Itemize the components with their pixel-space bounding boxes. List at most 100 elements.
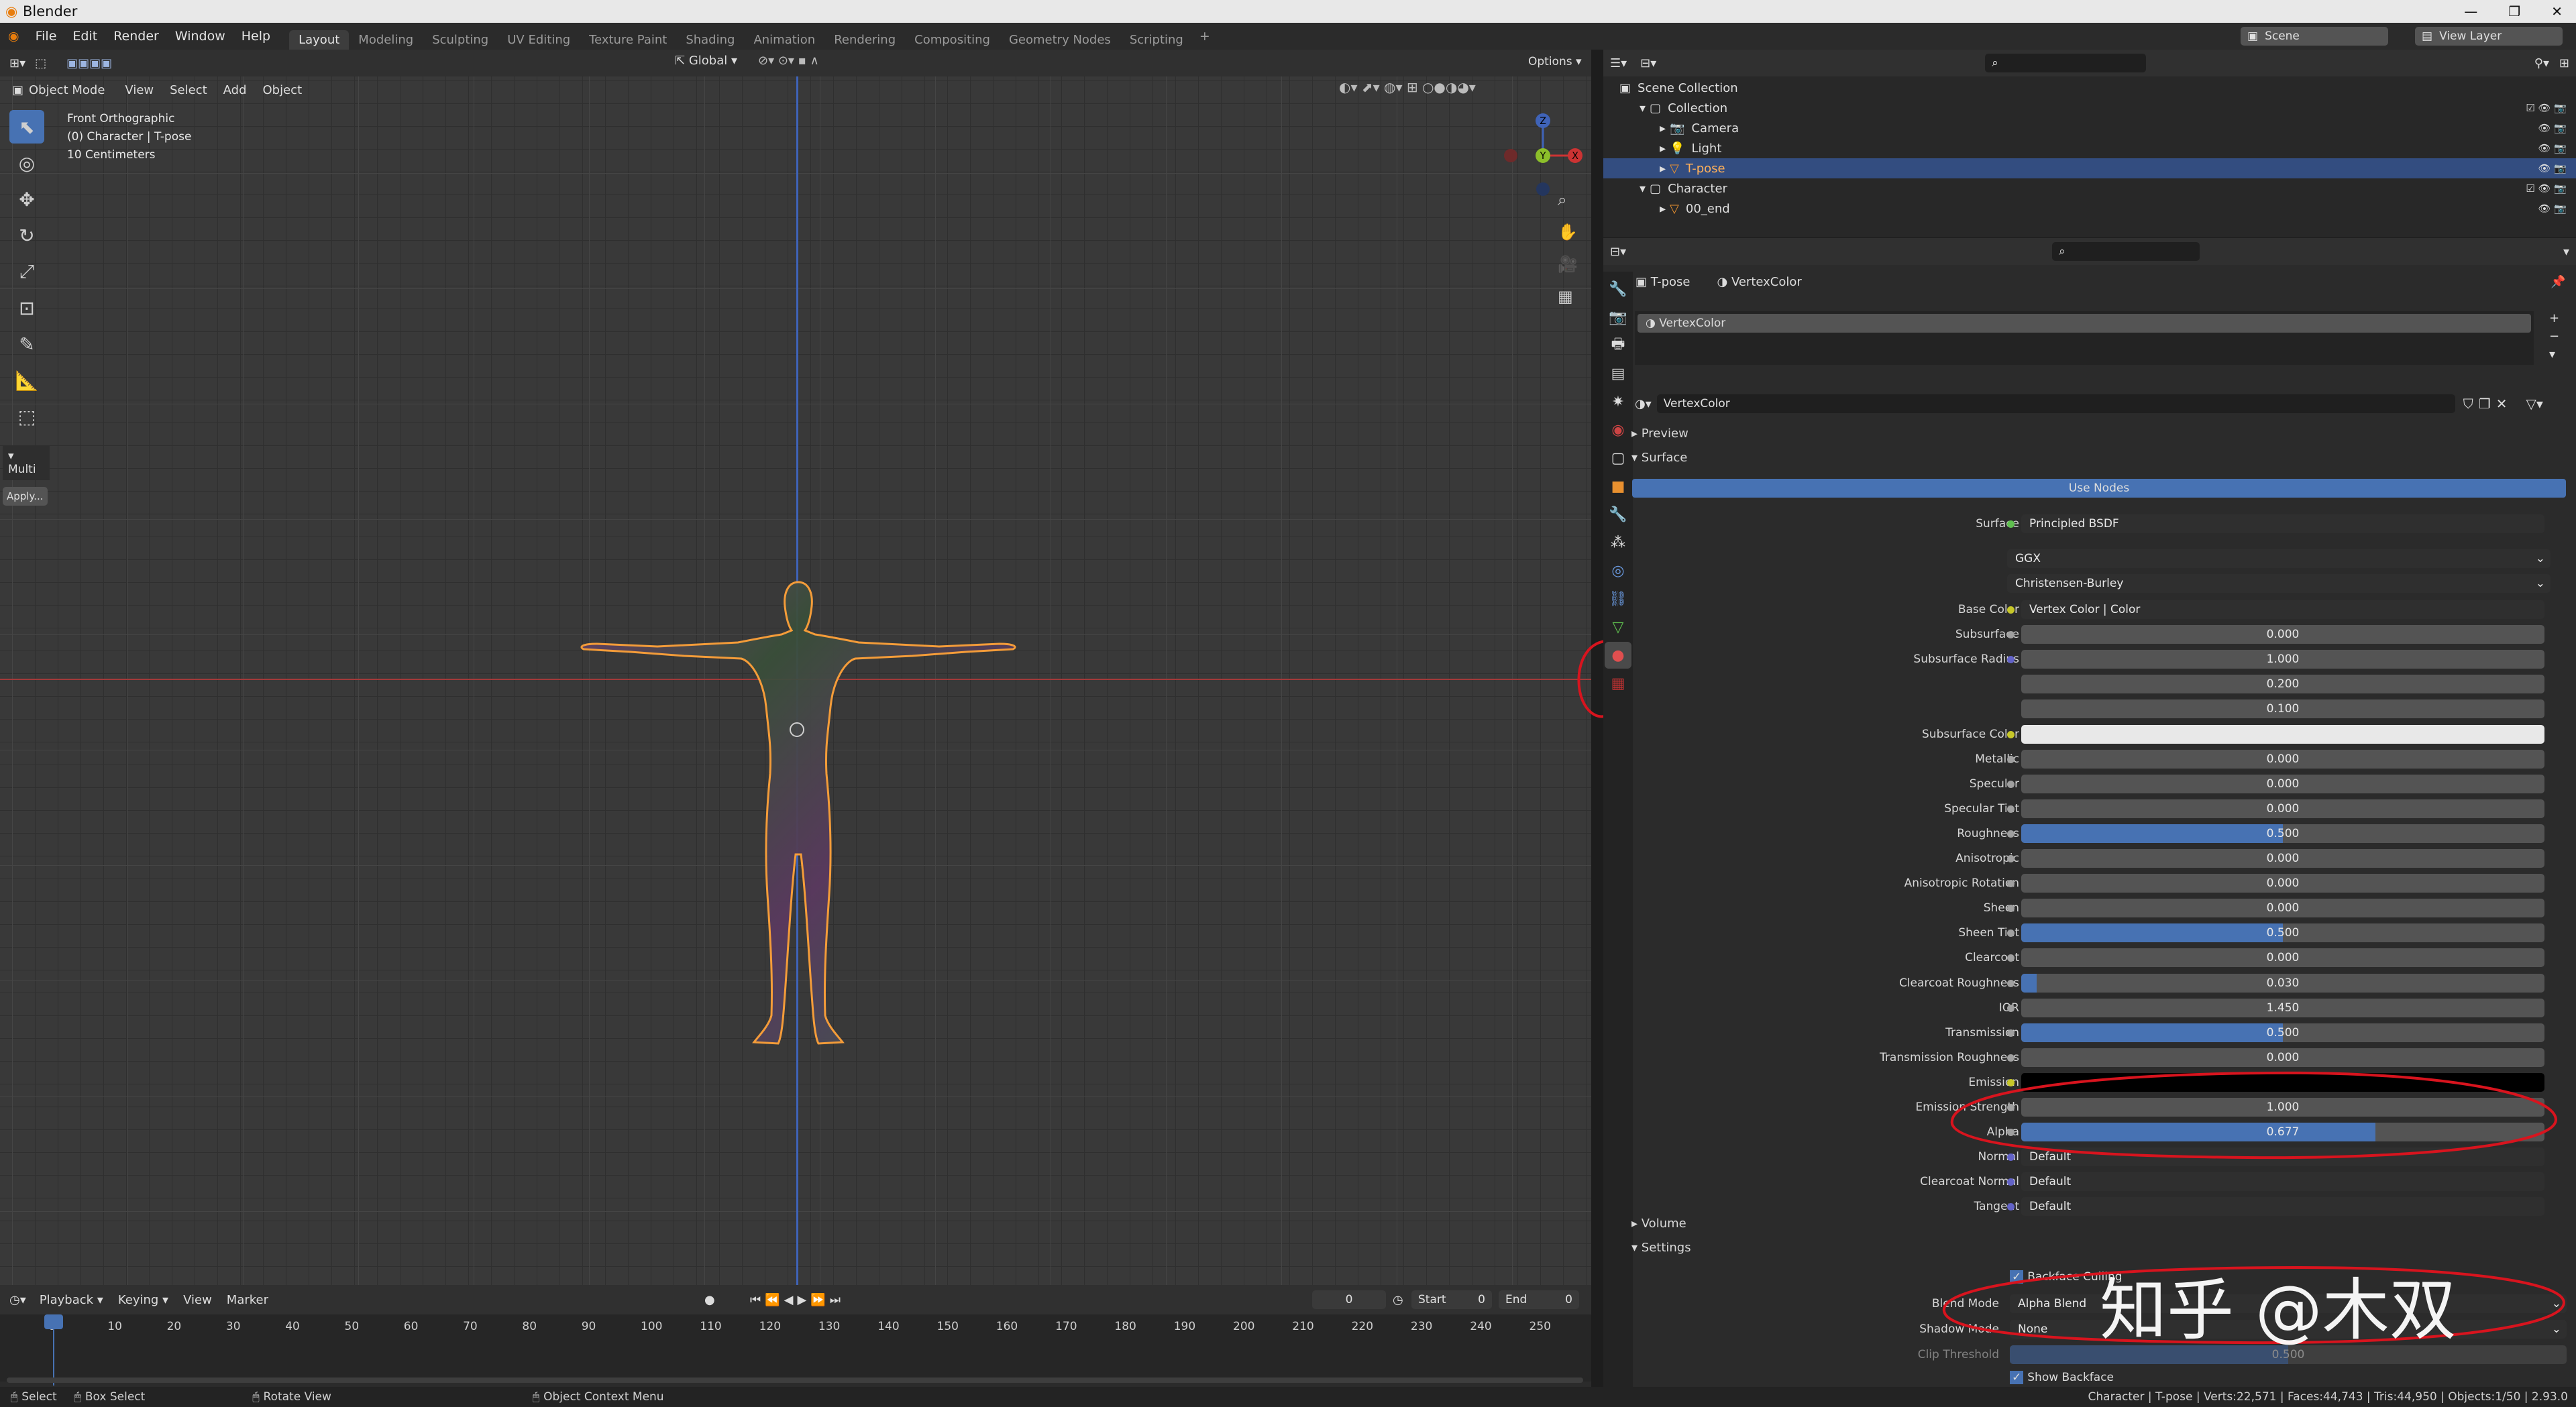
measure-tool-icon[interactable]: 📐 bbox=[9, 363, 44, 397]
character-mesh[interactable] bbox=[550, 573, 1046, 1056]
end-frame-field[interactable]: End 0 bbox=[1499, 1290, 1579, 1309]
add-cube-tool-icon[interactable]: ⬚ bbox=[9, 400, 44, 433]
current-frame-field[interactable]: 0 bbox=[1312, 1290, 1386, 1309]
visibility-toggle-icons[interactable]: 👁 📷 bbox=[2538, 162, 2567, 174]
blender-menu-icon[interactable]: ◉ bbox=[0, 29, 28, 44]
add-workspace-icon[interactable]: + bbox=[1193, 29, 1217, 44]
scene-tab-icon[interactable]: ✷ bbox=[1605, 388, 1631, 415]
physics-tab-icon[interactable]: ◎ bbox=[1605, 557, 1631, 584]
timeline-editor-icon[interactable]: ◷▾ bbox=[9, 1293, 26, 1307]
viewport-menu-add[interactable]: Add bbox=[223, 83, 247, 97]
properties-search-input[interactable]: ⌕ bbox=[2052, 242, 2200, 261]
workspace-tab-geometry-nodes[interactable]: Geometry Nodes bbox=[1000, 30, 1120, 50]
timeline-menu-marker[interactable]: Marker bbox=[227, 1293, 268, 1307]
close-icon[interactable]: ✕ bbox=[2551, 0, 2563, 23]
outliner-row-scene-collection[interactable]: ▣ Scene Collection bbox=[1603, 78, 2576, 98]
pivot-snap-icons[interactable]: ⊘▾ ⊙▾ ▪ ∧ bbox=[758, 54, 819, 68]
menu-window[interactable]: Window bbox=[167, 29, 233, 44]
timeline-menu-keying[interactable]: Keying ▾ bbox=[118, 1293, 168, 1307]
collapse-icon[interactable]: ▾ bbox=[2563, 245, 2569, 259]
workspace-tab-shading[interactable]: Shading bbox=[676, 30, 744, 50]
outliner-display-icon[interactable]: ⊟▾ bbox=[1640, 56, 1656, 70]
3d-viewport[interactable]: ⊞▾ ⬚ ▣▣▣▣ ▣ Object Mode View Select Add … bbox=[0, 50, 1626, 1285]
data-tab-icon[interactable]: ▽ bbox=[1605, 614, 1631, 640]
select-tool-icon[interactable]: ⬉ bbox=[9, 110, 44, 144]
transform-orientation-dropdown[interactable]: ⇱ Global ▾ bbox=[675, 54, 737, 68]
timeline-ruler[interactable]: 0102030405060708090100110120130140150160… bbox=[0, 1314, 1591, 1382]
select-box-icons[interactable]: ▣▣▣▣ bbox=[66, 56, 112, 70]
editor-type-icon[interactable]: ⊞▾ bbox=[9, 56, 25, 70]
output-tab-icon[interactable]: 🖶 bbox=[1605, 332, 1631, 359]
workspace-tab-modeling[interactable]: Modeling bbox=[349, 30, 423, 50]
viewport-menu-select[interactable]: Select bbox=[170, 83, 207, 97]
scale-tool-icon[interactable]: ⤢ bbox=[9, 255, 44, 288]
menu-file[interactable]: File bbox=[28, 29, 65, 44]
workspace-tab-compositing[interactable]: Compositing bbox=[905, 30, 1000, 50]
zoom-icon[interactable]: ⌕ bbox=[1558, 190, 1578, 209]
side-panel-title[interactable]: ▾ Multi bbox=[3, 445, 50, 480]
expand-arrow-icon[interactable]: ▸ bbox=[1660, 142, 1666, 156]
ortho-grid-icon[interactable]: ▦ bbox=[1558, 287, 1578, 306]
start-frame-field[interactable]: Start 0 bbox=[1411, 1290, 1492, 1309]
menu-help[interactable]: Help bbox=[233, 29, 278, 44]
minimize-icon[interactable]: — bbox=[2464, 0, 2477, 23]
timeline-menu-view[interactable]: View bbox=[183, 1293, 212, 1307]
navigation-gizmo[interactable]: Z Y X bbox=[1496, 109, 1590, 203]
select-mode-icon[interactable]: ⬚ bbox=[35, 56, 46, 70]
visibility-toggle-icons[interactable]: 👁 📷 bbox=[2538, 203, 2567, 215]
outliner-row-t-pose[interactable]: ▸ ▽ T-pose 👁 📷 bbox=[1603, 158, 2576, 178]
scene-selector[interactable]: ▣ Scene bbox=[2241, 27, 2388, 46]
annotate-tool-icon[interactable]: ✎ bbox=[9, 327, 44, 361]
playback-controls[interactable]: ⏮⏪◀▶⏩⏭ bbox=[750, 1293, 845, 1307]
outliner-row-camera[interactable]: ▸ 📷 Camera 👁 📷 bbox=[1603, 118, 2576, 138]
tool-tab-icon[interactable]: 🔧 bbox=[1605, 276, 1631, 302]
particles-tab-icon[interactable]: ⁂ bbox=[1605, 529, 1631, 556]
render-tab-icon[interactable]: 📷 bbox=[1605, 304, 1631, 331]
new-collection-icon[interactable]: ⊞ bbox=[2559, 56, 2569, 70]
expand-arrow-icon[interactable]: ▸ bbox=[1660, 121, 1666, 135]
outliner-editor-icon[interactable]: ☰▾ bbox=[1610, 56, 1627, 70]
modifier-tab-icon[interactable]: 🔧 bbox=[1605, 501, 1631, 528]
outliner-row-light[interactable]: ▸ 💡 Light 👁 📷 bbox=[1603, 138, 2576, 158]
outliner-search-input[interactable]: ⌕ bbox=[1985, 54, 2147, 72]
shading-mode-icons[interactable]: ◐▾ ⬈▾ ◍▾ ⊞ ○●◑◕▾ bbox=[1339, 79, 1476, 95]
expand-arrow-icon[interactable]: ▾ bbox=[1640, 182, 1646, 196]
move-tool-icon[interactable]: ✥ bbox=[9, 182, 44, 216]
material-tab-icon[interactable]: ● bbox=[1605, 642, 1631, 669]
visibility-toggle-icons[interactable]: 👁 📷 bbox=[2538, 142, 2567, 154]
viewport-menu-object[interactable]: Object bbox=[263, 83, 303, 97]
options-dropdown[interactable]: Options ▾ bbox=[1528, 55, 1582, 68]
expand-arrow-icon[interactable]: ▸ bbox=[1660, 202, 1666, 216]
expand-arrow-icon[interactable]: ▸ bbox=[1660, 162, 1666, 176]
constraints-tab-icon[interactable]: ⛓ bbox=[1605, 585, 1631, 612]
viewport-menu-view[interactable]: View bbox=[125, 83, 154, 97]
outliner-row-character[interactable]: ▾ ▢ Character ☑ 👁 📷 bbox=[1603, 178, 2576, 199]
camera-view-icon[interactable]: 🎥 bbox=[1558, 255, 1578, 274]
view-layer-selector[interactable]: ▤ View Layer bbox=[2415, 27, 2563, 46]
apply-button[interactable]: Apply... bbox=[3, 487, 48, 506]
collection-tab-icon[interactable]: ▢ bbox=[1605, 445, 1631, 471]
visibility-toggle-icons[interactable]: ☑ 👁 📷 bbox=[2526, 102, 2567, 114]
workspace-tab-animation[interactable]: Animation bbox=[744, 30, 824, 50]
object-tab-icon[interactable]: ■ bbox=[1605, 473, 1631, 500]
playhead[interactable] bbox=[44, 1314, 63, 1329]
outliner-row-collection[interactable]: ▾ ▢ Collection ☑ 👁 📷 bbox=[1603, 98, 2576, 118]
object-mode-dropdown[interactable]: Object Mode bbox=[29, 83, 105, 97]
visibility-toggle-icons[interactable]: 👁 📷 bbox=[2538, 122, 2567, 134]
timeline-scrollbar[interactable] bbox=[7, 1377, 1583, 1383]
view-layer-tab-icon[interactable]: ▤ bbox=[1605, 360, 1631, 387]
filter-icon[interactable]: ⚲▾ bbox=[2534, 56, 2549, 70]
workspace-tab-scripting[interactable]: Scripting bbox=[1120, 30, 1193, 50]
pan-hand-icon[interactable]: ✋ bbox=[1558, 223, 1578, 241]
workspace-tab-uv-editing[interactable]: UV Editing bbox=[498, 30, 580, 50]
menu-render[interactable]: Render bbox=[105, 29, 167, 44]
properties-editor-icon[interactable]: ⊟▾ bbox=[1610, 245, 1626, 259]
cursor-tool-icon[interactable]: ◎ bbox=[9, 146, 44, 180]
outliner-row-00-end[interactable]: ▸ ▽ 00_end 👁 📷 bbox=[1603, 199, 2576, 219]
texture-tab-icon[interactable]: ▦ bbox=[1605, 670, 1631, 697]
workspace-tab-layout[interactable]: Layout bbox=[289, 30, 350, 50]
workspace-tab-texture-paint[interactable]: Texture Paint bbox=[580, 30, 676, 50]
workspace-tab-rendering[interactable]: Rendering bbox=[824, 30, 905, 50]
visibility-toggle-icons[interactable]: ☑ 👁 📷 bbox=[2526, 182, 2567, 194]
preview-range-icon[interactable]: ◷ bbox=[1393, 1293, 1403, 1307]
